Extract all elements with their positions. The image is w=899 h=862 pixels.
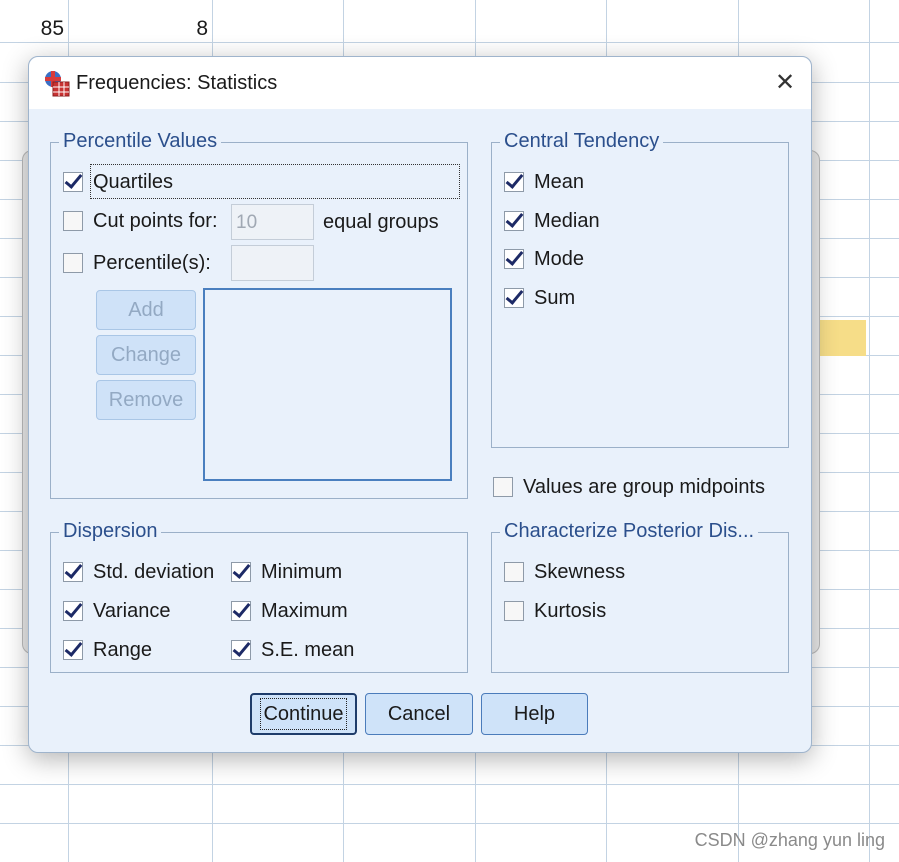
checkbox-box[interactable] <box>504 562 524 582</box>
dialog-title: Frequencies: Statistics <box>76 72 278 94</box>
se-mean-checkbox[interactable]: S.E. mean <box>231 636 354 664</box>
checkbox-label: Median <box>534 209 600 232</box>
checkbox-label: Quartiles <box>93 170 174 193</box>
skewness-checkbox[interactable]: Skewness <box>504 558 625 586</box>
checkbox-label: Std. deviation <box>93 560 215 583</box>
grid-line <box>869 0 870 862</box>
group-legend: Characterize Posterior Dis... <box>500 520 759 543</box>
variance-checkbox[interactable]: Variance <box>63 597 170 625</box>
checkbox-label: Range <box>93 638 152 661</box>
cut-points-input[interactable]: 10 <box>231 204 314 240</box>
checkbox-label: Percentile(s): <box>93 251 211 274</box>
continue-label: Continue <box>260 698 347 730</box>
checkbox-box[interactable] <box>504 288 524 308</box>
std-deviation-checkbox[interactable]: Std. deviation <box>63 558 214 586</box>
checkbox-box[interactable] <box>63 211 83 231</box>
change-button[interactable]: Change <box>96 335 196 375</box>
checkbox-label: Values are group midpoints <box>523 475 765 498</box>
help-button[interactable]: Help <box>481 693 588 735</box>
checkbox-label: Skewness <box>534 560 626 583</box>
equal-groups-label: equal groups <box>323 211 439 233</box>
close-icon[interactable]: ✕ <box>767 65 803 101</box>
median-checkbox[interactable]: Median <box>504 207 600 235</box>
mode-checkbox[interactable]: Mode <box>504 245 584 273</box>
add-button[interactable]: Add <box>96 290 196 330</box>
sum-checkbox[interactable]: Sum <box>504 284 575 312</box>
checkbox-label: Mode <box>534 247 585 270</box>
percentile-list[interactable] <box>203 288 452 481</box>
grid-line <box>0 784 899 785</box>
checkbox-label: Kurtosis <box>534 599 607 622</box>
spss-table-icon <box>45 71 70 97</box>
checkbox-label: Cut points for: <box>93 209 218 232</box>
dialog-titlebar[interactable]: Frequencies: Statistics ✕ <box>29 57 811 109</box>
checkbox-box[interactable] <box>63 640 83 660</box>
sheet-cell[interactable]: 8 <box>150 17 208 41</box>
remove-button[interactable]: Remove <box>96 380 196 420</box>
checkbox-label: Sum <box>534 286 576 309</box>
group-legend: Central Tendency <box>500 130 664 153</box>
percentiles-checkbox[interactable]: Percentile(s): <box>63 249 211 277</box>
checkbox-box[interactable] <box>63 601 83 621</box>
checkbox-label: Mean <box>534 170 585 193</box>
group-midpoints-checkbox[interactable]: Values are group midpoints <box>493 473 765 501</box>
checkbox-box[interactable] <box>63 172 83 192</box>
checkbox-box[interactable] <box>63 562 83 582</box>
checkbox-box[interactable] <box>231 562 251 582</box>
checkbox-box[interactable] <box>493 477 513 497</box>
maximum-checkbox[interactable]: Maximum <box>231 597 348 625</box>
percentile-input[interactable] <box>231 245 314 281</box>
continue-button[interactable]: Continue <box>250 693 357 735</box>
selected-cell[interactable] <box>818 320 866 356</box>
watermark: CSDN @zhang yun ling <box>694 830 885 850</box>
checkbox-label: Maximum <box>261 599 348 622</box>
sheet-cell[interactable]: 85 <box>30 17 64 41</box>
checkbox-box[interactable] <box>504 172 524 192</box>
minimum-checkbox[interactable]: Minimum <box>231 558 342 586</box>
checkbox-label: Variance <box>93 599 171 622</box>
checkbox-label: S.E. mean <box>261 638 355 661</box>
group-legend: Dispersion <box>59 520 162 543</box>
range-checkbox[interactable]: Range <box>63 636 152 664</box>
cut-points-checkbox[interactable]: Cut points for: <box>63 207 218 235</box>
frequencies-statistics-dialog: Frequencies: Statistics ✕ Percentile Val… <box>28 56 812 753</box>
checkbox-box[interactable] <box>231 601 251 621</box>
kurtosis-checkbox[interactable]: Kurtosis <box>504 597 606 625</box>
cancel-button[interactable]: Cancel <box>365 693 473 735</box>
grid-line <box>0 823 899 824</box>
checkbox-box[interactable] <box>63 253 83 273</box>
group-legend: Percentile Values <box>59 130 222 153</box>
checkbox-box[interactable] <box>231 640 251 660</box>
grid-line <box>0 42 899 43</box>
quartiles-checkbox[interactable]: Quartiles <box>63 168 173 196</box>
checkbox-box[interactable] <box>504 249 524 269</box>
mean-checkbox[interactable]: Mean <box>504 168 584 196</box>
checkbox-box[interactable] <box>504 601 524 621</box>
checkbox-label: Minimum <box>261 560 343 583</box>
checkbox-box[interactable] <box>504 211 524 231</box>
